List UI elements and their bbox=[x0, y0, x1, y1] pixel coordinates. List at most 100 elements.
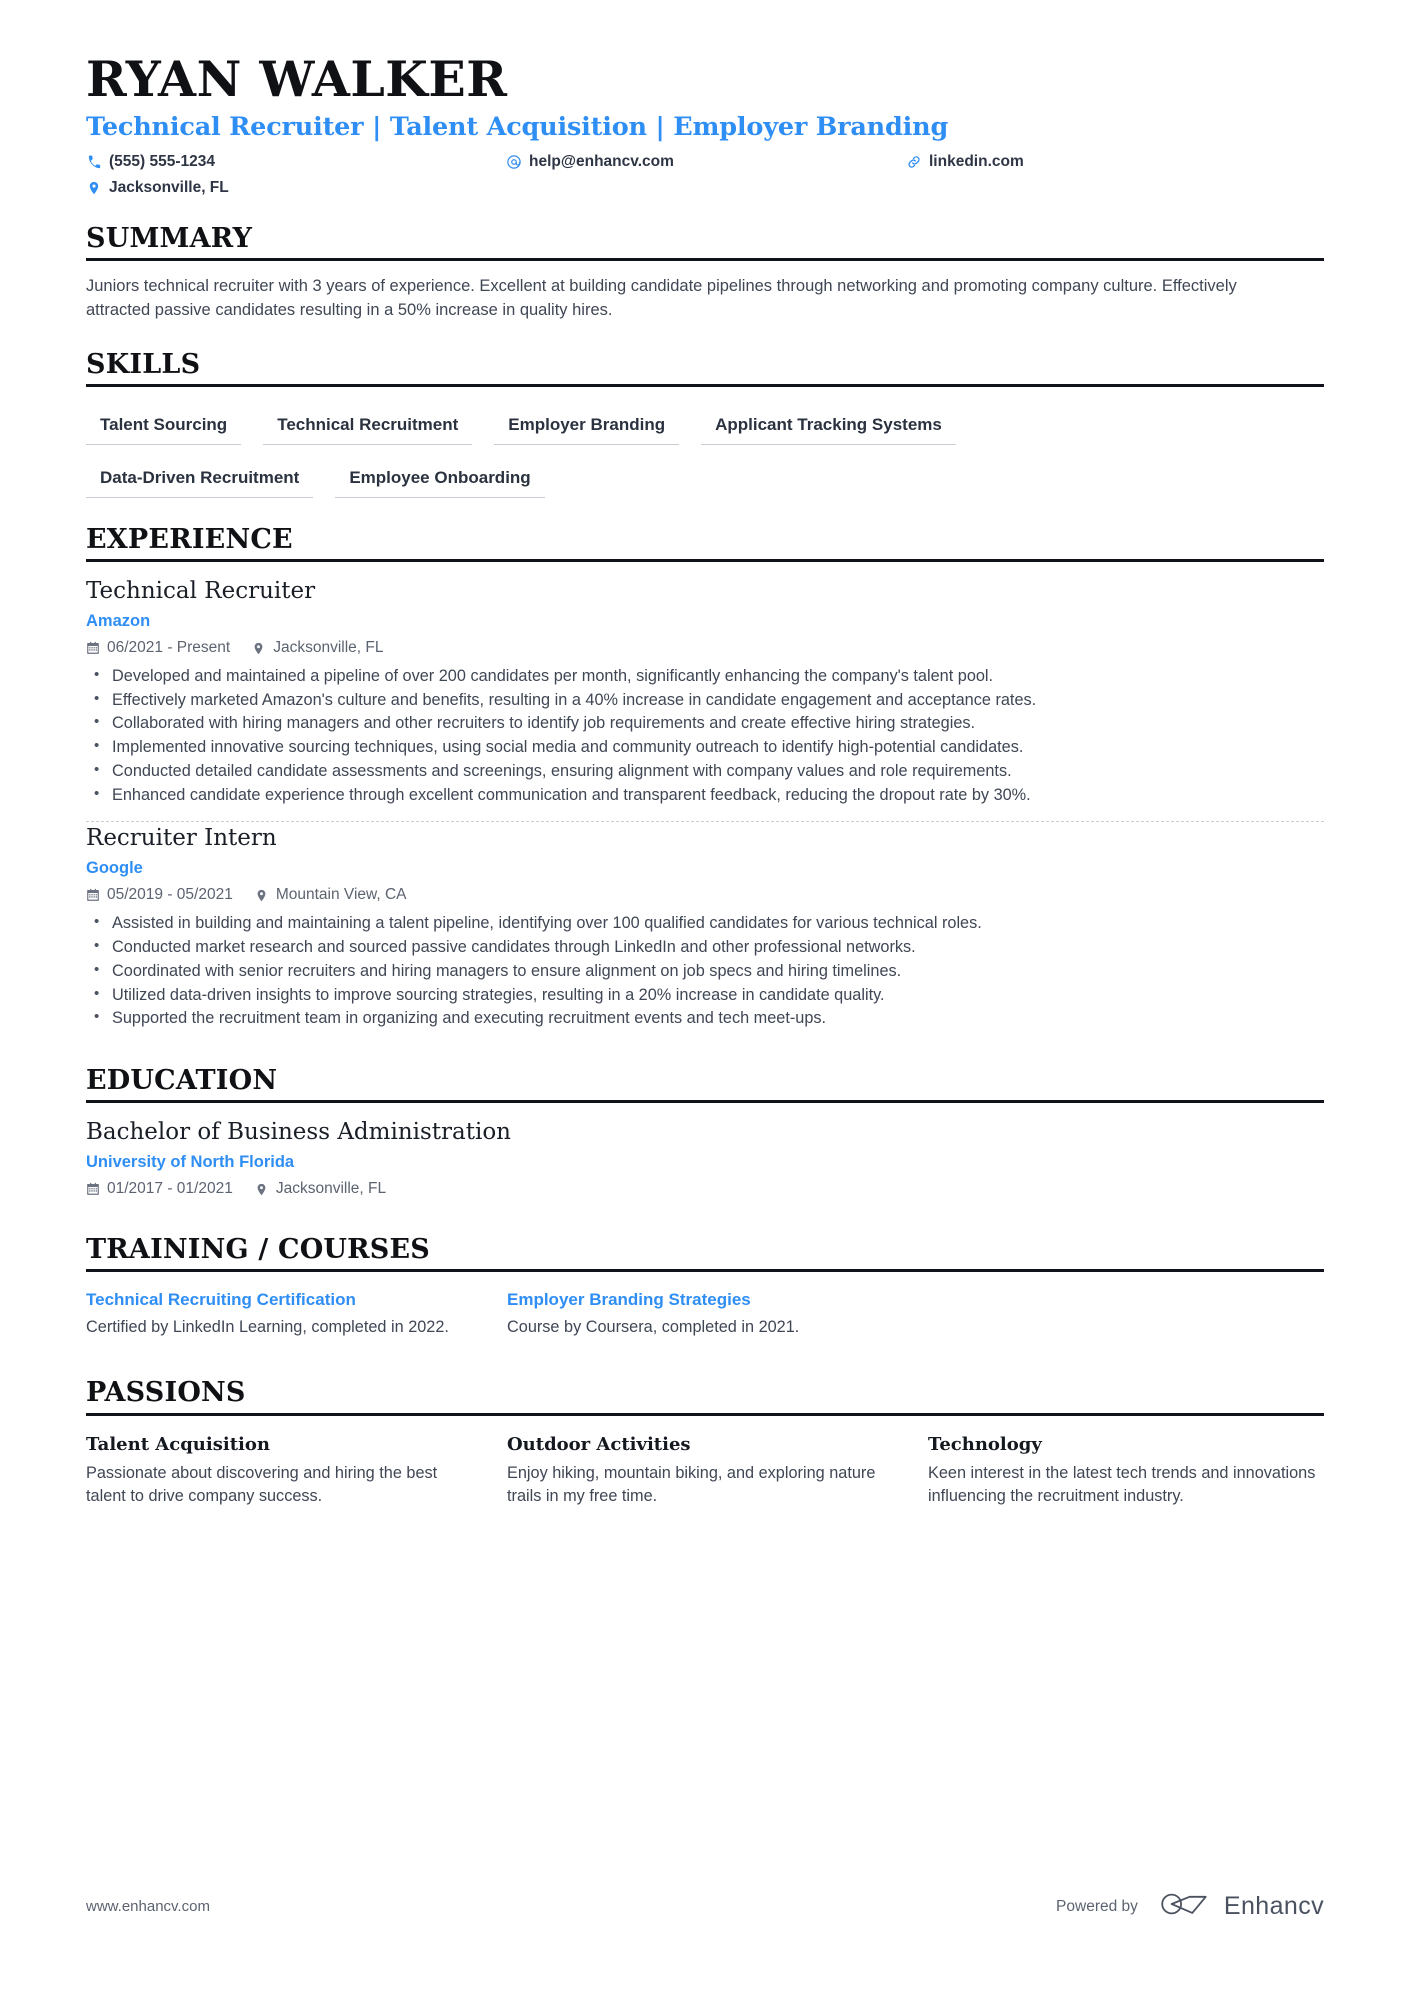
contact-location-text: Jacksonville, FL bbox=[109, 179, 229, 197]
contact-email[interactable]: help@enhancv.com bbox=[506, 153, 906, 171]
email-icon bbox=[506, 154, 522, 170]
skill-item: Technical Recruitment bbox=[263, 410, 473, 445]
contact-phone-text: (555) 555-1234 bbox=[109, 153, 215, 171]
job-dates: 06/2021 - Present bbox=[86, 639, 230, 657]
page-footer: www.enhancv.com Powered by Enhancv bbox=[86, 1890, 1324, 1923]
skills-list: Talent Sourcing Technical Recruitment Em… bbox=[86, 400, 1324, 498]
bullet-item: Enhanced candidate experience through ex… bbox=[86, 783, 1324, 808]
education-dates: 01/2017 - 01/2021 bbox=[86, 1180, 233, 1198]
contact-email-text: help@enhancv.com bbox=[529, 153, 674, 171]
education-location-text: Jacksonville, FL bbox=[275, 1179, 387, 1197]
contact-phone[interactable]: (555) 555-1234 bbox=[86, 153, 506, 171]
section-title-training: Training / Courses bbox=[86, 1234, 1324, 1272]
phone-icon bbox=[86, 154, 102, 170]
passion-title: Talent Acquisition bbox=[86, 1433, 270, 1455]
section-experience: Experience Technical Recruiter Amazon 06… bbox=[86, 524, 1324, 1031]
job-bullets: Developed and maintained a pipeline of o… bbox=[86, 664, 1324, 808]
job-dates-text: 05/2019 - 05/2021 bbox=[107, 886, 233, 904]
passion-item: Outdoor Activities Enjoy hiking, mountai… bbox=[507, 1433, 928, 1509]
job-dates-text: 06/2021 - Present bbox=[107, 638, 231, 656]
section-summary: Summary Juniors technical recruiter with… bbox=[86, 223, 1324, 323]
passion-description: Enjoy hiking, mountain biking, and explo… bbox=[507, 1463, 876, 1506]
entry-meta: 05/2019 - 05/2021 Mountain View, CA bbox=[86, 886, 1324, 904]
entry-meta: 06/2021 - Present Jacksonville, FL bbox=[86, 639, 1324, 657]
passions-list: Talent Acquisition Passionate about disc… bbox=[86, 1429, 1324, 1509]
training-title[interactable]: Technical Recruiting Certification bbox=[86, 1289, 507, 1311]
entry-meta: 01/2017 - 01/2021 Jacksonville, FL bbox=[86, 1180, 1324, 1198]
summary-text: Juniors technical recruiter with 3 years… bbox=[86, 277, 1237, 320]
education-location: Jacksonville, FL bbox=[255, 1180, 386, 1198]
experience-entry: Technical Recruiter Amazon 06/2021 - Pre… bbox=[86, 575, 1324, 807]
bullet-item: Implemented innovative sourcing techniqu… bbox=[86, 735, 1324, 760]
passion-title: Technology bbox=[928, 1433, 1042, 1455]
passion-description: Passionate about discovering and hiring … bbox=[86, 1463, 438, 1506]
job-location: Jacksonville, FL bbox=[252, 638, 384, 657]
training-title[interactable]: Employer Branding Strategies bbox=[507, 1289, 1324, 1311]
job-location-text: Mountain View, CA bbox=[275, 886, 407, 904]
skill-item: Applicant Tracking Systems bbox=[701, 410, 956, 445]
skill-item: Talent Sourcing bbox=[86, 410, 242, 445]
degree-title: Bachelor of Business Administration bbox=[86, 1119, 511, 1146]
job-location: Mountain View, CA bbox=[255, 886, 407, 904]
location-pin-icon bbox=[255, 1182, 269, 1196]
job-title: Technical Recruiter bbox=[86, 577, 316, 604]
enhancv-logo-icon bbox=[1160, 1890, 1212, 1923]
calendar-icon bbox=[86, 641, 100, 655]
bullet-item: Supported the recruitment team in organi… bbox=[86, 1006, 1324, 1031]
job-location-text: Jacksonville, FL bbox=[273, 638, 384, 656]
skill-item: Employee Onboarding bbox=[335, 463, 545, 498]
passion-description: Keen interest in the latest tech trends … bbox=[928, 1463, 1316, 1506]
location-pin-icon bbox=[252, 641, 266, 655]
calendar-icon bbox=[86, 888, 100, 902]
enhancv-brand: Enhancv bbox=[1160, 1890, 1324, 1923]
location-pin-icon bbox=[86, 180, 102, 196]
company-name[interactable]: Google bbox=[86, 859, 1324, 878]
section-skills: Skills Talent Sourcing Technical Recruit… bbox=[86, 349, 1324, 498]
bullet-item: Coordinated with senior recruiters and h… bbox=[86, 959, 1324, 984]
passion-item: Talent Acquisition Passionate about disc… bbox=[86, 1433, 507, 1509]
enhancv-brand-name: Enhancv bbox=[1223, 1892, 1324, 1920]
footer-website-url[interactable]: www.enhancv.com bbox=[86, 1898, 210, 1915]
resume-header: Ryan Walker Technical Recruiter | Talent… bbox=[86, 0, 1324, 197]
education-dates-text: 01/2017 - 01/2021 bbox=[107, 1179, 233, 1197]
company-name[interactable]: Amazon bbox=[86, 612, 1324, 631]
training-description: Course by Coursera, completed in 2021. bbox=[507, 1318, 800, 1336]
skill-item: Data-Driven Recruitment bbox=[86, 463, 314, 498]
bullet-item: Conducted detailed candidate assessments… bbox=[86, 759, 1324, 784]
powered-by-label: Powered by bbox=[1056, 1897, 1138, 1915]
section-title-skills: Skills bbox=[86, 349, 1324, 387]
contact-linkedin-text: linkedin.com bbox=[929, 153, 1024, 171]
section-title-summary: Summary bbox=[86, 223, 1324, 262]
education-entry: Bachelor of Business Administration Univ… bbox=[86, 1116, 1324, 1198]
skill-item: Employer Branding bbox=[494, 410, 680, 445]
section-title-experience: Experience bbox=[86, 524, 1324, 562]
bullet-item: Collaborated with hiring managers and ot… bbox=[86, 711, 1324, 736]
section-title-education: Education bbox=[86, 1065, 1324, 1104]
contact-info: (555) 555-1234 help@enhancv.com linkedin… bbox=[86, 153, 1324, 197]
professional-headline: Technical Recruiter | Talent Acquisition… bbox=[86, 111, 949, 142]
contact-linkedin[interactable]: linkedin.com bbox=[906, 153, 1324, 171]
school-name[interactable]: University of North Florida bbox=[86, 1153, 1324, 1172]
job-dates: 05/2019 - 05/2021 bbox=[86, 886, 233, 904]
bullet-item: Utilized data-driven insights to improve… bbox=[86, 983, 1324, 1008]
section-title-passions: Passions bbox=[86, 1377, 1324, 1416]
section-passions: Passions Talent Acquisition Passionate a… bbox=[86, 1377, 1324, 1508]
bullet-item: Effectively marketed Amazon's culture an… bbox=[86, 688, 1324, 713]
bullet-item: Developed and maintained a pipeline of o… bbox=[86, 664, 1324, 689]
training-item: Technical Recruiting Certification Certi… bbox=[86, 1289, 507, 1340]
contact-location: Jacksonville, FL bbox=[86, 179, 506, 197]
passion-item: Technology Keen interest in the latest t… bbox=[928, 1433, 1324, 1509]
section-training: Training / Courses Technical Recruiting … bbox=[86, 1234, 1324, 1340]
location-pin-icon bbox=[255, 888, 269, 902]
job-title: Recruiter Intern bbox=[86, 825, 277, 852]
training-description: Certified by LinkedIn Learning, complete… bbox=[86, 1318, 449, 1336]
training-item: Employer Branding Strategies Course by C… bbox=[507, 1289, 1324, 1340]
bullet-item: Assisted in building and maintaining a t… bbox=[86, 911, 1324, 936]
section-education: Education Bachelor of Business Administr… bbox=[86, 1065, 1324, 1198]
training-list: Technical Recruiting Certification Certi… bbox=[86, 1285, 1324, 1340]
resume-page: Ryan Walker Technical Recruiter | Talent… bbox=[0, 0, 1410, 1995]
page-title: Ryan Walker bbox=[86, 50, 508, 108]
bullet-item: Conducted market research and sourced pa… bbox=[86, 935, 1324, 960]
job-bullets: Assisted in building and maintaining a t… bbox=[86, 911, 1324, 1031]
link-icon bbox=[906, 154, 922, 170]
